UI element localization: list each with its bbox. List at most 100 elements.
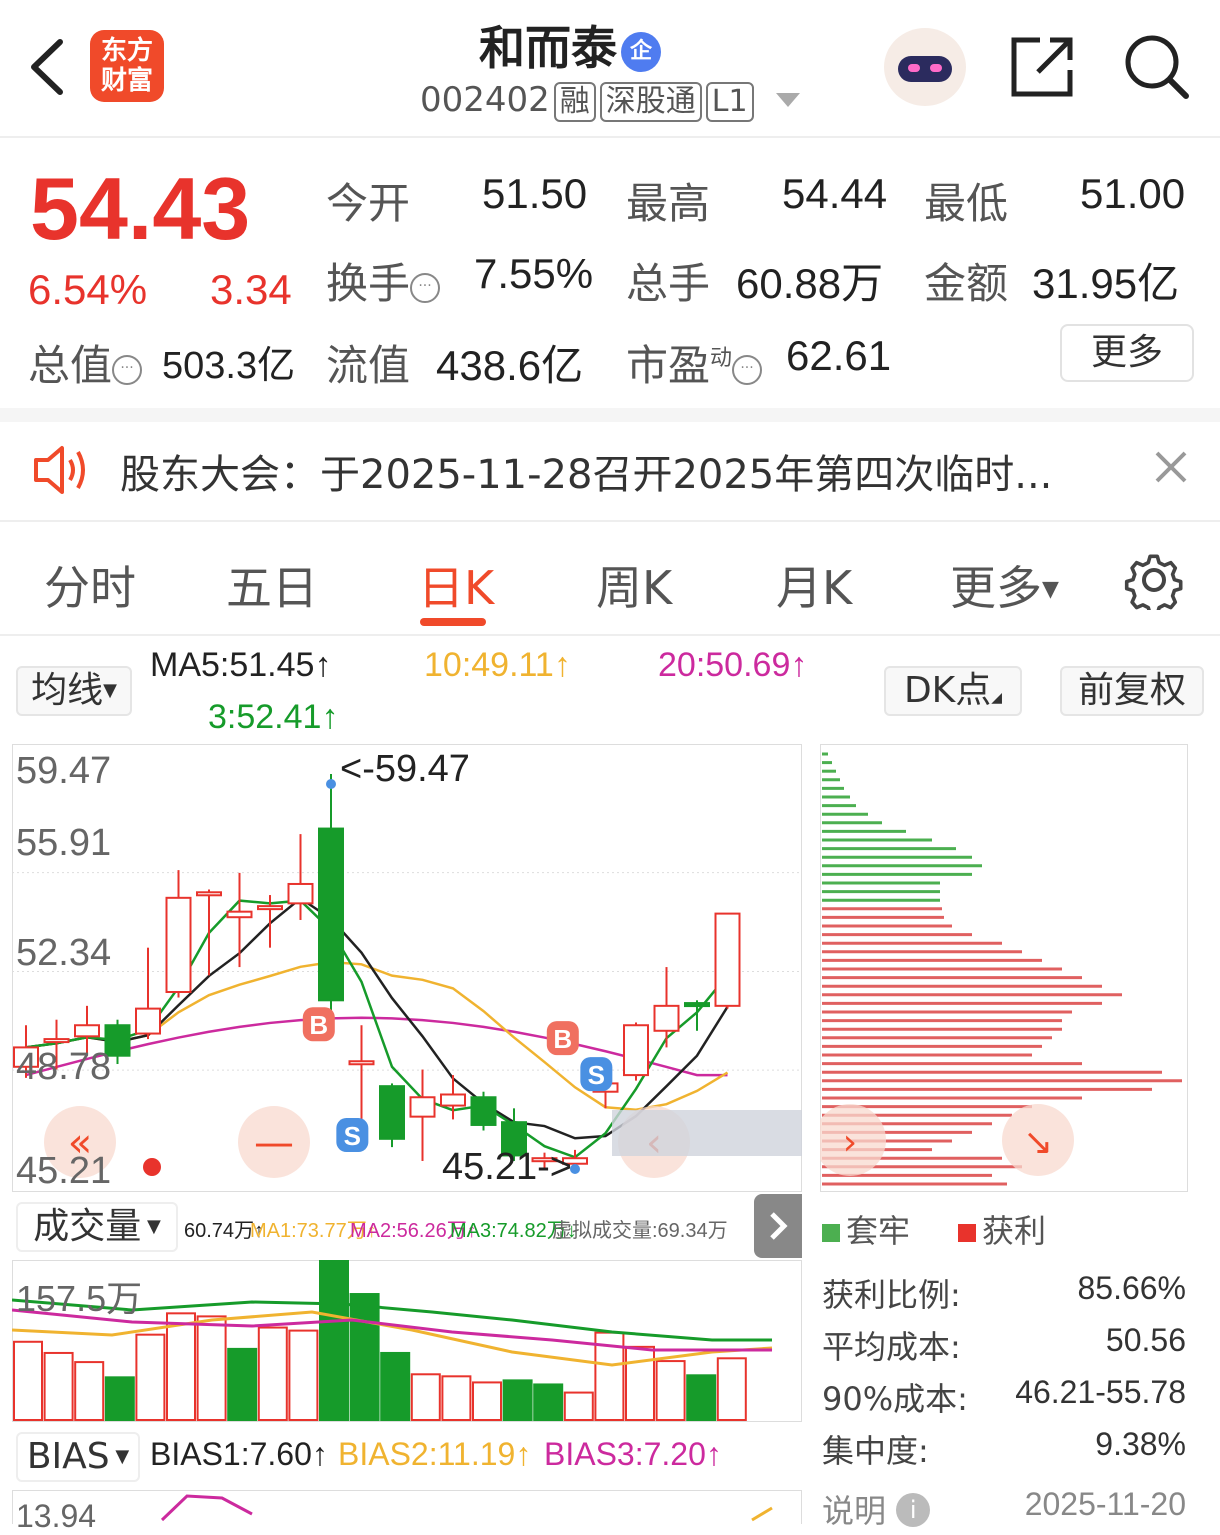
logo-line1: 东方 <box>100 36 153 66</box>
bias3-value: BIAS3:7.20↑ <box>544 1436 722 1472</box>
volume-value: 60.88万 <box>736 260 884 307</box>
y-label-4: 48.78 <box>16 1046 112 1088</box>
avg-cost-value: 50.56 <box>1105 1322 1186 1358</box>
volume-bar <box>43 1351 74 1421</box>
top-bar: 东方 财富 和而泰企 002402 融深股通 L1 <box>0 0 1220 138</box>
tab-underline <box>420 618 486 626</box>
tab-monthly-k[interactable]: 月K <box>776 552 852 618</box>
legend-profit: 获利 <box>958 1206 1046 1252</box>
stock-code-row[interactable]: 002402 融深股通 L1 <box>420 80 804 122</box>
cost90-value: 46.21-55.78 <box>1015 1374 1186 1410</box>
notice-bar[interactable]: 股东大会：于2025-11-28召开2025年第四次临时... <box>0 420 1220 520</box>
max-price-label: <-59.47 <box>340 748 470 790</box>
low-value: 51.00 <box>1080 170 1186 217</box>
chip-date: 2025-11-20 <box>1024 1486 1186 1522</box>
profit-ratio-label: 获利比例: <box>822 1276 961 1314</box>
pe-label[interactable]: 市盈动 ··· <box>626 332 763 393</box>
volume-bar <box>655 1360 686 1422</box>
volume-bar <box>319 1260 349 1421</box>
amount-label: 金额 <box>924 259 1009 308</box>
y-label-2: 55.91 <box>16 822 112 864</box>
stock-code: 002402 <box>420 80 550 120</box>
volume-bar <box>502 1379 533 1421</box>
status-dot <box>143 1158 161 1176</box>
buy-marker: B <box>302 1007 335 1042</box>
tab-5day[interactable]: 五日 <box>226 552 318 618</box>
volume-bar <box>533 1383 564 1421</box>
volume-max-label: 157.5万 <box>16 1278 143 1319</box>
min-price-label: 45.21-> <box>442 1146 572 1188</box>
connect-tag: 深股通 <box>599 82 702 122</box>
caret-down-icon[interactable] <box>774 91 804 111</box>
search-icon[interactable] <box>1122 32 1190 100</box>
expand-panel-button[interactable] <box>754 1194 802 1258</box>
float-value: 438.6亿 <box>436 342 584 389</box>
candle-body <box>684 1002 710 1008</box>
volume-bar <box>166 1312 196 1421</box>
volume-bar <box>13 1340 43 1421</box>
app-logo[interactable]: 东方 财富 <box>90 30 164 102</box>
volume-bar <box>196 1315 227 1421</box>
candle-body <box>714 912 741 1007</box>
candle-body <box>470 1096 497 1126</box>
ma3-value: 3:52.41↑ <box>208 698 339 736</box>
sell-marker: S <box>336 1118 369 1153</box>
y-label-3: 52.34 <box>16 932 112 974</box>
volume-bar <box>104 1376 135 1422</box>
info-dots-icon: ··· <box>732 355 763 385</box>
divider <box>0 520 1220 522</box>
mktcap-label[interactable]: 总值 ··· <box>28 332 143 393</box>
tab-intraday[interactable]: 分时 <box>44 552 136 618</box>
assistant-robot-icon[interactable] <box>884 28 966 106</box>
turnover-label[interactable]: 换手 ··· <box>326 250 441 311</box>
volume-bar <box>135 1333 166 1421</box>
nav-overlay-icon: — <box>254 1120 294 1166</box>
bias-selector[interactable]: BIAS ▼ <box>16 1432 140 1482</box>
settings-gear-icon[interactable] <box>1124 550 1184 610</box>
chip-note[interactable]: 说明 i <box>822 1486 931 1532</box>
volume-bar <box>563 1391 594 1421</box>
range-selector <box>612 1110 802 1156</box>
volume-bar <box>257 1326 288 1421</box>
chip-distribution-chart: › ↘ <box>820 744 1188 1192</box>
sell-marker: S <box>580 1057 613 1092</box>
adjust-button[interactable]: 前复权 <box>1060 666 1204 716</box>
candle-body <box>135 1007 161 1035</box>
mktcap-value: 503.3亿 <box>162 345 296 387</box>
kline-chart[interactable]: BSBS«—‹ <box>12 744 802 1192</box>
change-percent: 6.54% <box>28 266 148 313</box>
marker-text: S <box>344 1121 361 1151</box>
current-price: 54.43 <box>30 159 251 258</box>
speaker-icon <box>34 446 85 494</box>
turnover-value: 7.55% <box>474 250 594 297</box>
candle-body <box>348 1060 375 1066</box>
close-icon[interactable] <box>1154 450 1188 484</box>
candle-body <box>379 1085 405 1140</box>
candle-body <box>287 882 314 905</box>
candle-body <box>318 827 344 1002</box>
concentration-label: 集中度: <box>822 1432 929 1470</box>
margin-tag: 融 <box>553 82 596 122</box>
concentration-value: 9.38% <box>1095 1426 1186 1462</box>
candle-body <box>196 891 222 897</box>
profit-ratio-value: 85.66% <box>1077 1270 1186 1306</box>
chip-nav-icon: › <box>843 1122 857 1163</box>
dk-point-button[interactable]: DK点◢ <box>884 666 1022 716</box>
tab-more[interactable]: 更多▼ <box>950 552 1059 618</box>
share-icon[interactable] <box>1010 34 1076 98</box>
candle-body <box>440 1093 466 1107</box>
volume-selector[interactable]: 成交量 ▼ <box>16 1202 178 1252</box>
bias1-value: BIAS1:7.60↑ <box>150 1436 328 1472</box>
marker-text: B <box>309 1010 328 1040</box>
volume-bar <box>625 1345 655 1421</box>
chip-nav-icon: ↘ <box>1023 1122 1053 1163</box>
volume-bar <box>349 1293 380 1421</box>
back-icon[interactable] <box>26 38 68 96</box>
tab-weekly-k[interactable]: 周K <box>596 552 672 618</box>
more-quote-button[interactable]: 更多 <box>1060 324 1194 382</box>
ma-selector[interactable]: 均线▼ <box>16 666 132 716</box>
tab-daily-k[interactable]: 日K <box>418 552 494 618</box>
ma20-value: 20:50.69↑ <box>658 646 808 684</box>
bias-chart[interactable] <box>12 1490 802 1524</box>
divider <box>0 634 1220 636</box>
